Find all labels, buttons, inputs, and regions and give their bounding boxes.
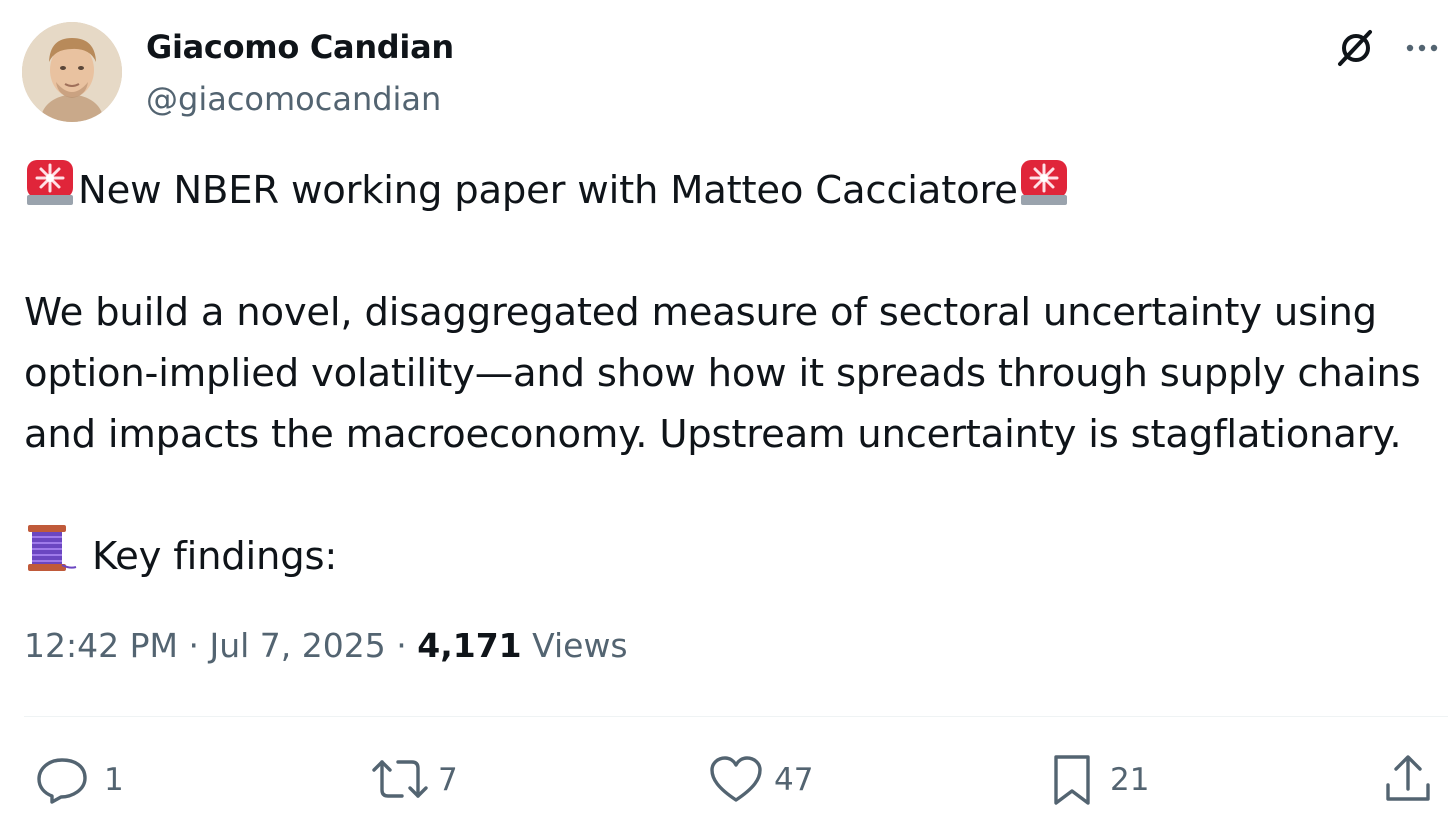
avatar[interactable] [22,22,122,122]
repost-button[interactable]: 7 [370,752,458,808]
like-count: 47 [774,762,814,798]
bookmark-count: 21 [1110,762,1150,798]
author-handle[interactable]: @giacomocandian [146,80,441,118]
share-icon [1386,755,1430,801]
views-label: Views [532,626,628,665]
findings-text: Key findings: [92,534,338,579]
reply-icon [37,758,87,804]
bookmark-button[interactable]: 21 [1048,752,1149,808]
like-button[interactable]: 47 [708,752,813,808]
avatar-photo [22,22,122,122]
views-count: 4,171 [417,626,522,665]
bookmark-icon [1054,755,1090,805]
tweet-date[interactable]: Jul 7, 2025 [209,626,385,665]
reply-button[interactable]: 1 [34,752,124,808]
repost-count: 7 [438,762,458,798]
meta-separator: · [188,626,199,665]
grok-icon[interactable] [1334,26,1378,70]
body-line: We build a novel, disaggregated measure … [24,290,1377,335]
body-line: option-implied volatility—and show how i… [24,351,1421,396]
tweet-text: New NBER working paper with Matteo Cacci… [24,159,1434,587]
rotating-light-icon [24,155,78,227]
rotating-light-icon [1018,155,1072,227]
findings-line: Key findings: [24,524,1434,587]
body-line: and impacts the macroeconomy. Upstream u… [24,412,1402,457]
share-button[interactable] [1382,752,1434,808]
reply-count: 1 [104,762,124,798]
tweet-headline: New NBER working paper with Matteo Cacci… [24,159,1434,221]
repost-icon [372,760,428,798]
heart-icon [710,756,762,802]
headline-text: New NBER working paper with Matteo Cacci… [78,168,1018,213]
thread-spool-icon [24,521,78,593]
more-icon[interactable] [1400,26,1444,70]
divider [24,716,1448,717]
tweet-time[interactable]: 12:42 PM [24,626,178,665]
meta-separator: · [396,626,407,665]
tweet-meta: 12:42 PM · Jul 7, 2025 · 4,171 Views [24,626,628,665]
author-name[interactable]: Giacomo Candian [146,28,454,66]
